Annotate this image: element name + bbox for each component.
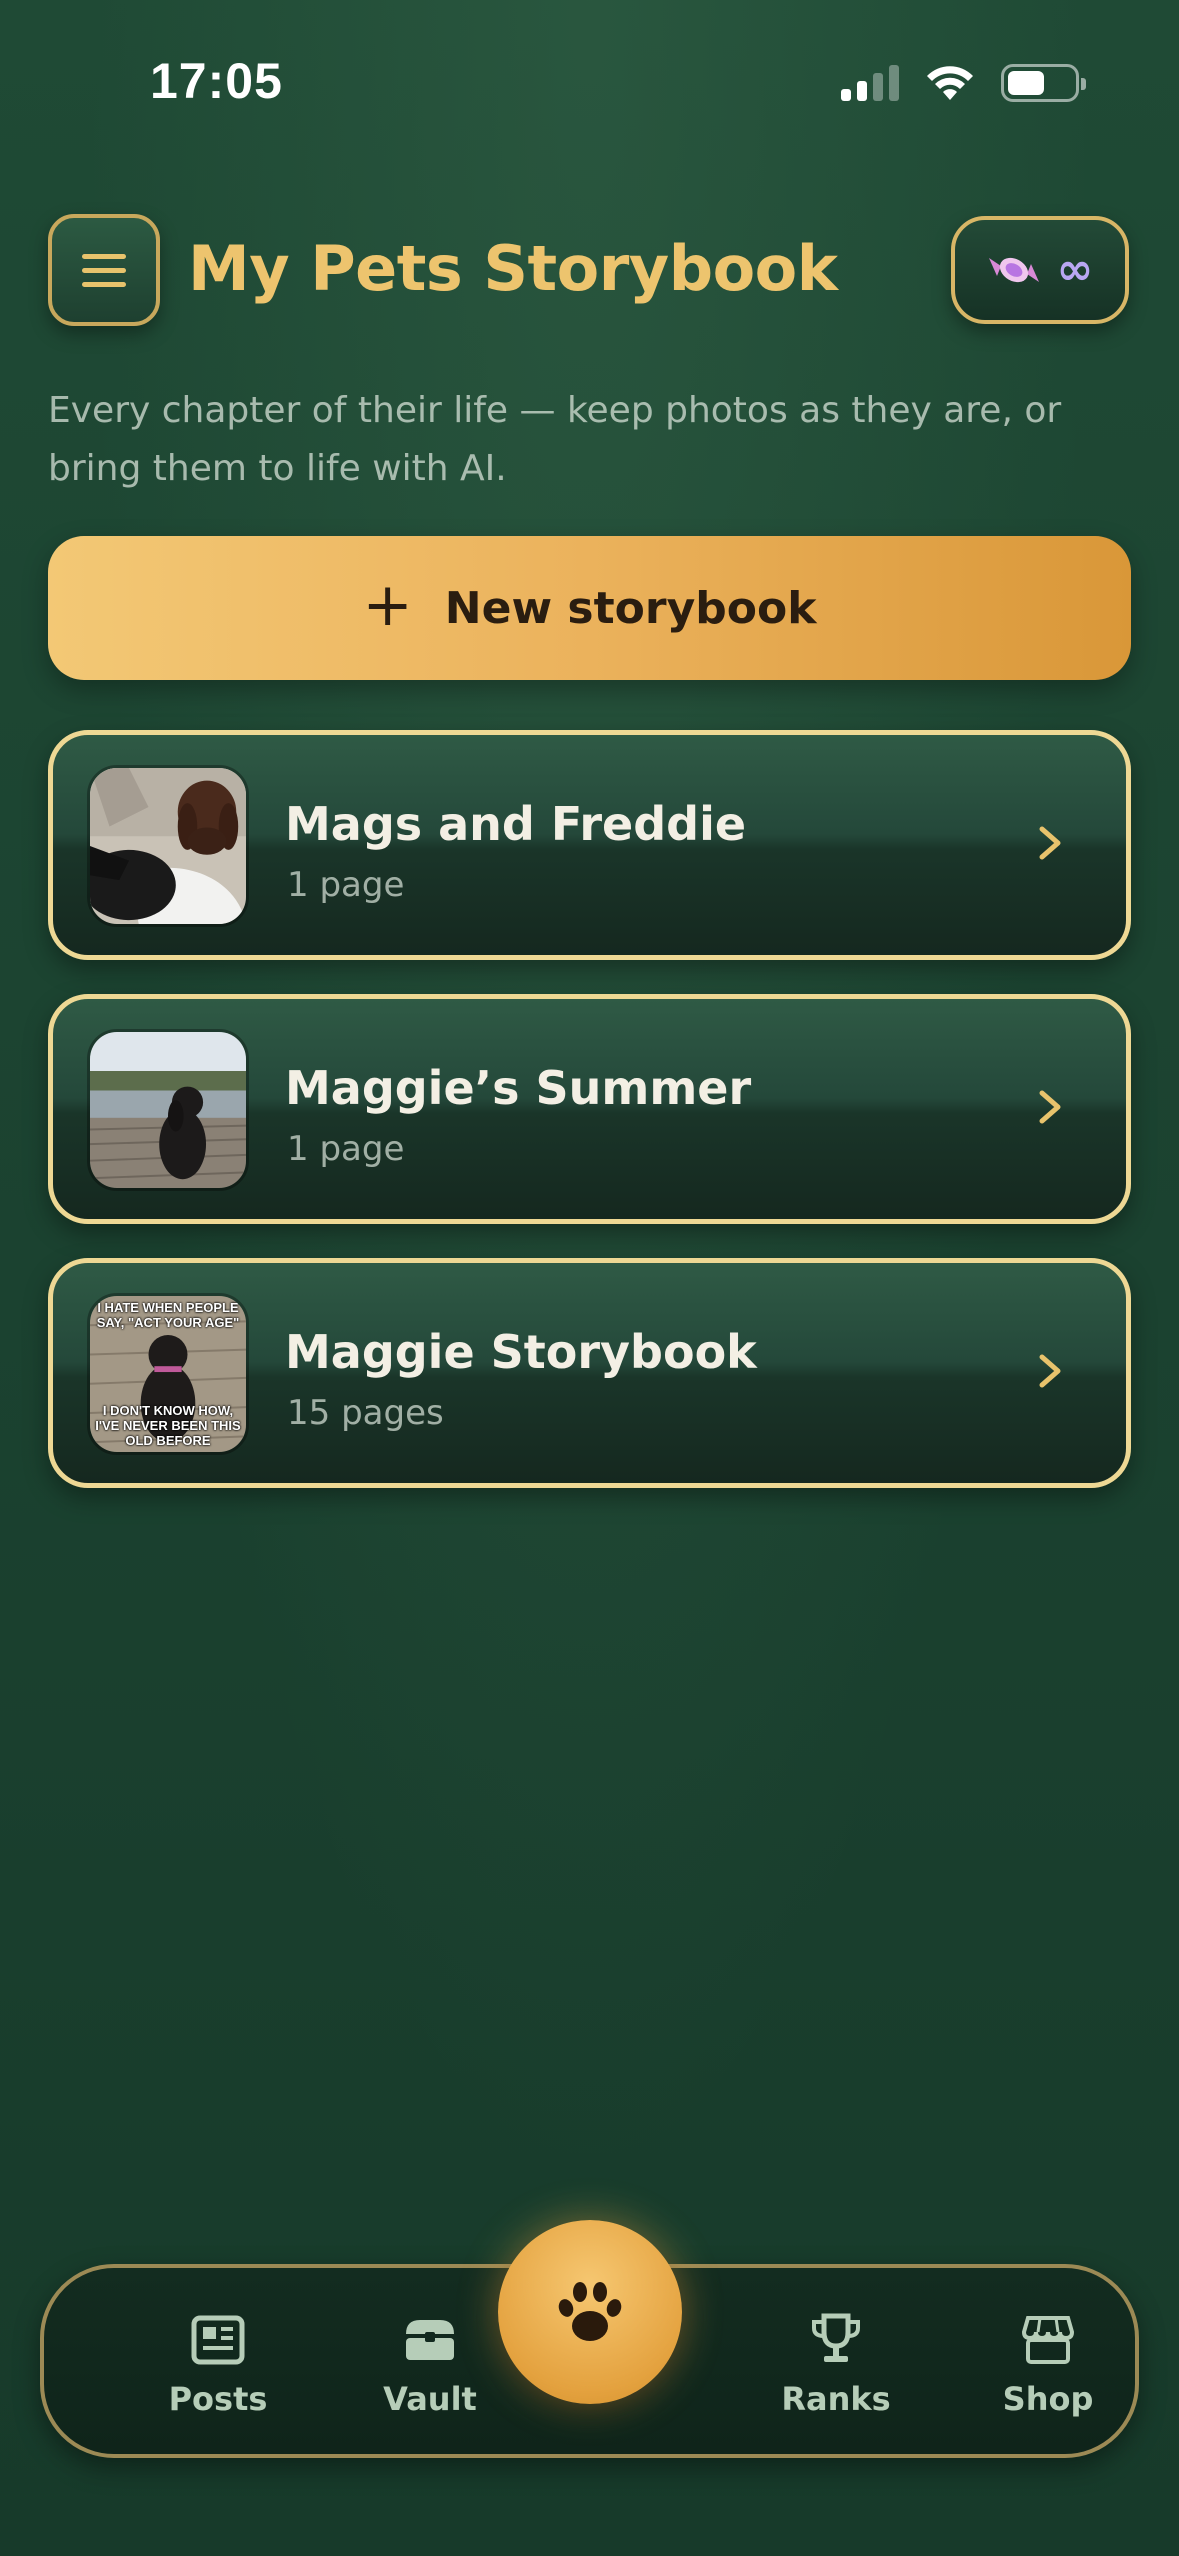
- storybook-title: Maggie’s Summer: [285, 1061, 752, 1115]
- chevron-right-icon: [1039, 1090, 1061, 1124]
- tab-posts[interactable]: Posts: [128, 2312, 308, 2418]
- storybook-thumbnail: I HATE WHEN PEOPLE SAY, "ACT YOUR AGE" I…: [87, 1293, 249, 1455]
- tab-shop-label: Shop: [1002, 2380, 1094, 2418]
- trophy-icon: [812, 2313, 860, 2362]
- tab-posts-label: Posts: [168, 2380, 268, 2418]
- hamburger-icon: [82, 253, 126, 259]
- tab-vault-label: Vault: [383, 2380, 477, 2418]
- currency-button[interactable]: ∞: [951, 216, 1129, 324]
- menu-button[interactable]: [48, 214, 160, 326]
- newspaper-icon: [191, 2315, 245, 2365]
- chevron-right-icon: [1039, 826, 1061, 860]
- storybook-page-count: 1 page: [287, 865, 405, 905]
- storybook-card[interactable]: Mags and Freddie 1 page: [48, 730, 1131, 960]
- storybook-page-count: 15 pages: [287, 1393, 444, 1433]
- currency-value: ∞: [1056, 244, 1094, 295]
- paw-center-button[interactable]: [498, 2220, 682, 2404]
- meme-caption-bottom: I DON'T KNOW HOW, I'VE NEVER BEEN THIS O…: [95, 1403, 241, 1448]
- storybook-thumbnail: [87, 1029, 249, 1191]
- status-time: 17:05: [150, 53, 283, 109]
- store-icon: [1021, 2316, 1075, 2364]
- tab-ranks-label: Ranks: [781, 2380, 891, 2418]
- tab-vault[interactable]: Vault: [340, 2312, 520, 2418]
- new-storybook-label: New storybook: [444, 582, 817, 634]
- status-icons: [841, 64, 1086, 102]
- page-subtitle: Every chapter of their life — keep photo…: [48, 390, 1062, 489]
- meme-caption-top: I HATE WHEN PEOPLE SAY, "ACT YOUR AGE": [96, 1300, 240, 1330]
- tab-shop[interactable]: Shop: [958, 2312, 1138, 2418]
- storybook-title: Mags and Freddie: [285, 797, 747, 851]
- candy-icon: [988, 257, 1039, 283]
- plus-icon: +: [362, 570, 413, 640]
- tab-ranks[interactable]: Ranks: [746, 2312, 926, 2418]
- new-storybook-button[interactable]: + New storybook: [48, 536, 1131, 680]
- storybook-card[interactable]: Maggie’s Summer 1 page: [48, 994, 1131, 1224]
- chevron-right-icon: [1039, 1354, 1061, 1388]
- battery-icon: [1001, 64, 1086, 102]
- storybook-title: Maggie Storybook: [285, 1325, 757, 1379]
- page-title: My Pets Storybook: [188, 232, 838, 305]
- chest-icon: [406, 2320, 454, 2360]
- paw-icon: [558, 2282, 622, 2341]
- cellular-signal-icon: [841, 65, 899, 101]
- storybook-card[interactable]: I HATE WHEN PEOPLE SAY, "ACT YOUR AGE" I…: [48, 1258, 1131, 1488]
- storybook-page-count: 1 page: [287, 1129, 405, 1169]
- wifi-icon: [927, 66, 973, 100]
- storybook-thumbnail: [87, 765, 249, 927]
